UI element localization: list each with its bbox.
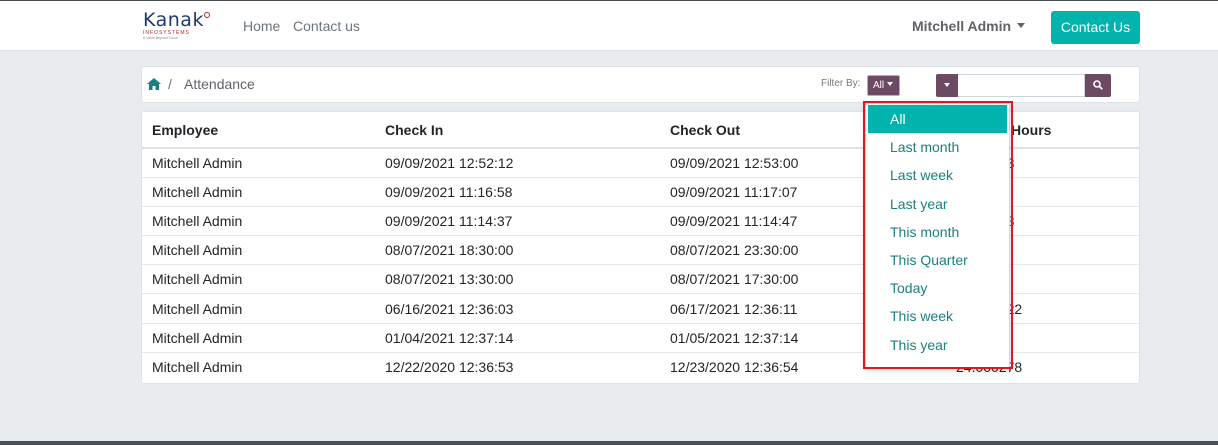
filter-label: Filter By: [821,78,861,89]
user-name: Mitchell Admin [912,18,1012,34]
cell-check-in: 09/09/2021 11:16:58 [375,176,660,207]
cell-check-in: 08/07/2021 13:30:00 [375,264,660,294]
cell-employee: Mitchell Admin [142,293,375,324]
cell-check-in: 08/07/2021 18:30:00 [375,235,660,265]
cell-employee: Mitchell Admin [142,351,375,382]
user-menu[interactable]: Mitchell Admin [912,18,1026,34]
navbar: Kanak INFOSYSTEMS A Value Beyond Cloud H… [0,1,1218,51]
filter-option-this-year[interactable]: This year [866,331,1009,359]
logo-mark-icon [204,12,210,18]
cell-employee: Mitchell Admin [152,154,243,171]
breadcrumb: / Attendance Filter By: All [141,66,1140,103]
company-logo[interactable]: Kanak INFOSYSTEMS A Value Beyond Cloud [143,10,213,44]
search-button[interactable] [1085,74,1111,97]
search-icon [1093,80,1103,90]
filter-option-this-quarter[interactable]: This Quarter [866,246,1009,274]
cell-check-in: 09/09/2021 11:14:37 [375,205,660,236]
contact-us-button[interactable]: Contact Us [1051,11,1140,44]
caret-down-icon [944,83,950,87]
footer-border [0,441,1218,445]
filter-option-last-month[interactable]: Last month [866,133,1009,161]
cell-check-in: 09/09/2021 12:52:12 [385,154,514,171]
cell-employee: Mitchell Admin [142,205,375,236]
cell-employee: Mitchell Admin [142,322,375,353]
search-options-button[interactable] [936,74,958,97]
filter-selected-value: All [873,80,885,91]
caret-down-icon [1017,23,1026,28]
filter-option-this-week[interactable]: This week [866,302,1009,330]
filter-option-this-month[interactable]: This month [866,218,1009,246]
filter-dropdown-menu: All Last month Last week Last year This … [865,103,1010,369]
cell-check-in: 12/22/2020 12:36:53 [375,351,660,382]
cell-employee: Mitchell Admin [142,235,375,265]
filter-option-last-year[interactable]: Last year [866,190,1009,218]
filter-option-last-week[interactable]: Last week [866,161,1009,189]
caret-down-icon [887,82,894,86]
filter-dropdown-button[interactable]: All [867,75,900,96]
cell-check-in: 01/04/2021 12:37:14 [375,322,660,353]
nav-link-home[interactable]: Home [243,18,280,34]
column-header-check-in[interactable]: Check In [375,112,660,149]
cell-check-in: 06/16/2021 12:36:03 [375,293,660,324]
breadcrumb-separator: / [168,76,172,92]
breadcrumb-current: Attendance [184,76,255,92]
cell-employee: Mitchell Admin [142,176,375,207]
column-header-employee[interactable]: Employee [142,112,375,149]
filter-option-all[interactable]: All [868,105,1007,134]
home-icon[interactable] [147,78,161,90]
logo-tagline: A Value Beyond Cloud [143,36,178,40]
search-input[interactable] [958,74,1085,97]
nav-link-contact[interactable]: Contact us [293,18,360,34]
logo-text: Kanak [143,9,204,31]
cell-employee: Mitchell Admin [142,264,375,294]
filter-option-today[interactable]: Today [866,274,1009,302]
